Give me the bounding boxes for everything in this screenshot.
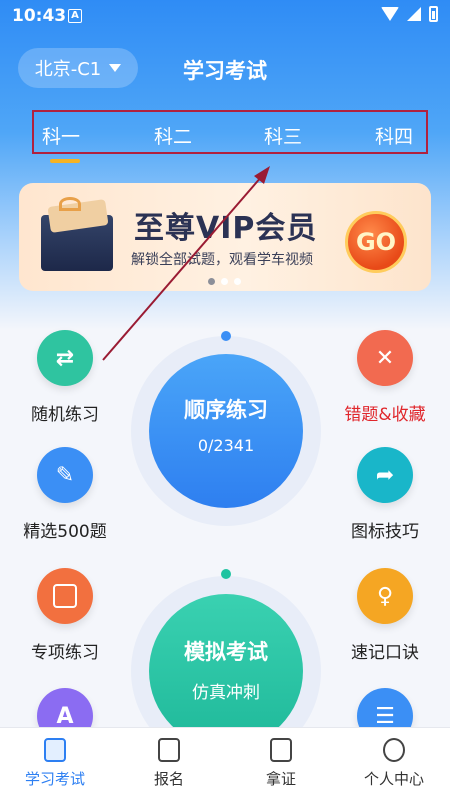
profile-icon <box>383 738 405 762</box>
nav-label: 报名 <box>153 770 184 788</box>
nav-label: 学习考试 <box>24 770 85 788</box>
id-card-icon <box>158 738 180 762</box>
nav-profile[interactable]: 个人中心 <box>349 738 439 789</box>
bottom-navigation: 学习考试 报名 拿证 个人中心 <box>0 727 450 801</box>
nav-register[interactable]: 报名 <box>124 738 214 789</box>
nav-label: 拿证 <box>265 770 296 788</box>
nav-label: 个人中心 <box>363 770 424 788</box>
nav-study[interactable]: 学习考试 <box>10 738 100 789</box>
nav-license[interactable]: 拿证 <box>236 738 326 789</box>
certificate-icon <box>270 738 292 762</box>
study-icon <box>44 738 66 762</box>
annotation-arrow <box>102 166 270 361</box>
